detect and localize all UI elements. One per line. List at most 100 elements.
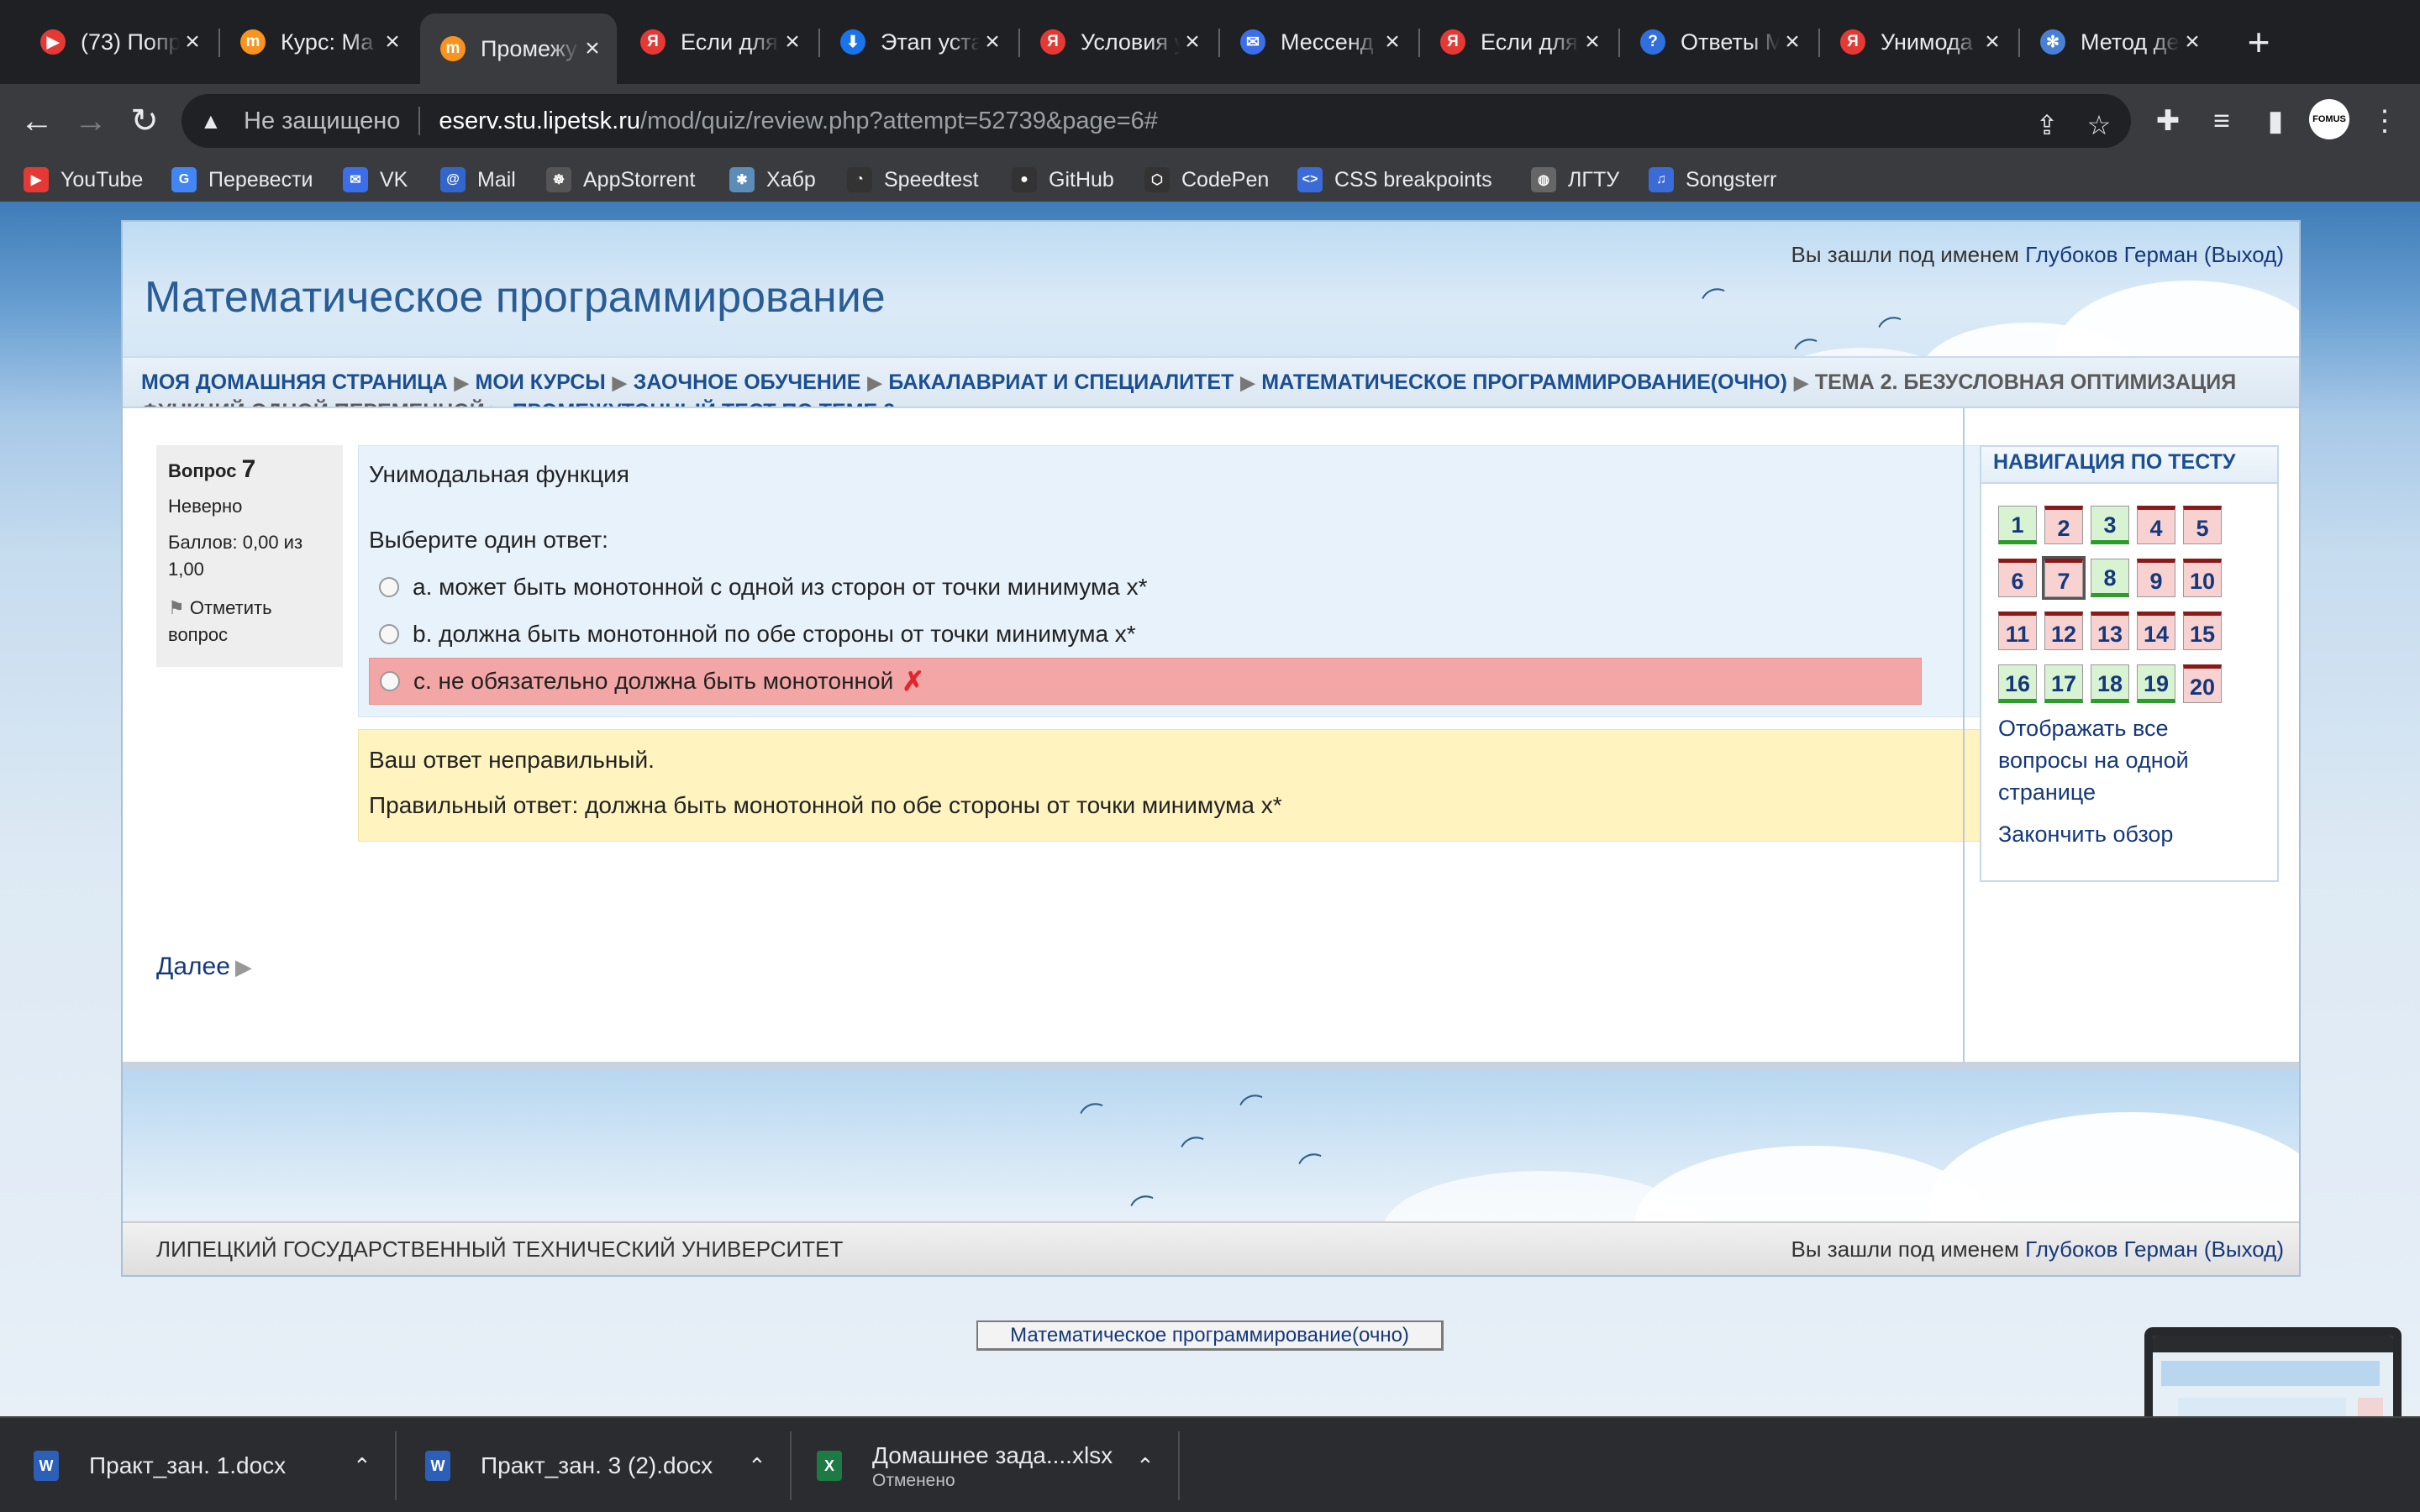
quiz-nav-button[interactable]: 18 bbox=[2091, 664, 2129, 703]
browser-tab[interactable]: ▶ (73) Попр × bbox=[20, 12, 217, 72]
close-tab-icon[interactable]: × bbox=[2180, 28, 2205, 56]
warning-icon[interactable]: ▲ bbox=[200, 108, 229, 134]
browser-tab[interactable]: Я Если для × bbox=[1420, 12, 1617, 72]
quiz-nav-button[interactable]: 20 bbox=[2183, 664, 2222, 703]
menu-kebab-icon[interactable]: ⋮ bbox=[2365, 101, 2405, 141]
answer-option[interactable]: c. не обязательно должна быть монотонной… bbox=[369, 658, 1922, 705]
breadcrumb-item[interactable]: МОИ КУРСЫ bbox=[476, 370, 606, 394]
quiz-nav-button[interactable]: 5 bbox=[2183, 506, 2222, 544]
show-all-questions-link[interactable]: Отображать все вопросы на одной странице bbox=[1998, 712, 2250, 808]
answer-radio[interactable] bbox=[379, 577, 399, 597]
side-panel-icon[interactable]: ▮ bbox=[2255, 101, 2296, 141]
bookmark-item[interactable]: @ Mail bbox=[440, 158, 516, 202]
site-title[interactable]: Математическое программирование bbox=[145, 272, 886, 323]
security-label[interactable]: Не защищено bbox=[244, 108, 400, 135]
bookmark-item[interactable]: ✱ Хабр bbox=[729, 158, 816, 202]
close-tab-icon[interactable]: × bbox=[1380, 28, 1405, 56]
close-tab-icon[interactable]: × bbox=[180, 28, 205, 56]
breadcrumb-item[interactable]: БАКАЛАВРИАТ И СПЕЦИАЛИТЕТ bbox=[888, 370, 1234, 394]
answer-option[interactable]: a. может быть монотонной с одной из стор… bbox=[369, 564, 1922, 611]
quiz-nav-button[interactable]: 19 bbox=[2137, 664, 2175, 703]
bookmark-item[interactable]: <> CSS breakpoints bbox=[1297, 158, 1492, 202]
bookmark-item[interactable]: ● GitHub bbox=[1012, 158, 1114, 202]
browser-tab[interactable]: ⬇ Этап уста × bbox=[820, 12, 1017, 72]
bookmark-item[interactable]: ◔ Speedtest bbox=[847, 158, 979, 202]
screenshot-thumbnail[interactable] bbox=[2144, 1327, 2402, 1416]
bookmark-item[interactable]: ⬡ CodePen bbox=[1144, 158, 1269, 202]
chevron-up-icon[interactable]: ⌃ bbox=[1136, 1453, 1155, 1479]
breadcrumb-item[interactable]: ПРОМЕЖУТОЧНЫЙ ТЕСТ ПО ТЕМЕ 2 bbox=[513, 400, 895, 407]
logout-link[interactable]: (Выход) bbox=[2204, 242, 2284, 267]
url-path[interactable]: /mod/quiz/review.php?attempt=52739&page=… bbox=[640, 108, 1158, 135]
quiz-nav-button[interactable]: 4 bbox=[2137, 506, 2175, 544]
quiz-nav-button[interactable]: 10 bbox=[2183, 559, 2222, 597]
profile-avatar[interactable]: FOMUS bbox=[2309, 99, 2349, 139]
quiz-nav-button[interactable]: 6 bbox=[1998, 559, 2037, 597]
browser-tab[interactable]: m Промежу × bbox=[420, 13, 617, 84]
close-tab-icon[interactable]: × bbox=[1780, 28, 1805, 56]
browser-tab[interactable]: ? Ответы М × bbox=[1620, 12, 1817, 72]
finish-review-link[interactable]: Закончить обзор bbox=[1998, 822, 2173, 848]
download-item[interactable]: X Домашнее зада....xlsx Отменено ⌃ bbox=[817, 1418, 1155, 1512]
quiz-nav-button[interactable]: 3 bbox=[2091, 506, 2129, 544]
quiz-nav-button[interactable]: 7 bbox=[2042, 556, 2086, 600]
bookmark-item[interactable]: ✉ VK bbox=[343, 158, 408, 202]
close-tab-icon[interactable]: × bbox=[1980, 28, 2005, 56]
browser-tab[interactable]: Я Если для × bbox=[620, 12, 817, 72]
breadcrumb-item[interactable]: МОЯ ДОМАШНЯЯ СТРАНИЦА bbox=[141, 370, 448, 394]
course-home-button[interactable]: Математическое программирование(очно) bbox=[976, 1320, 1444, 1351]
quiz-nav-button[interactable]: 8 bbox=[2091, 559, 2129, 597]
bookmark-item[interactable]: ▶ YouTube bbox=[24, 158, 143, 202]
bookmark-item[interactable]: ♫ Songsterr bbox=[1649, 158, 1776, 202]
close-tab-icon[interactable]: × bbox=[380, 28, 405, 56]
browser-tab[interactable]: Я Условия у × bbox=[1020, 12, 1217, 72]
reload-icon[interactable]: ↻ bbox=[124, 101, 165, 141]
quiz-nav-button[interactable]: 9 bbox=[2137, 559, 2175, 597]
forward-icon[interactable]: → bbox=[71, 101, 111, 141]
bookmark-item[interactable]: G Перевести bbox=[171, 158, 313, 202]
footer-user-link[interactable]: Глубоков Герман bbox=[2025, 1236, 2198, 1262]
footer-logout-link[interactable]: (Выход) bbox=[2204, 1236, 2284, 1262]
download-item[interactable]: W Практ_зан. 1.docx ⌃ bbox=[34, 1418, 371, 1512]
close-tab-icon[interactable]: × bbox=[780, 28, 805, 56]
quiz-nav-button[interactable]: 14 bbox=[2137, 612, 2175, 650]
quiz-nav-button[interactable]: 12 bbox=[2044, 612, 2083, 650]
breadcrumb-item[interactable]: ЗАОЧНОЕ ОБУЧЕНИЕ bbox=[634, 370, 861, 394]
quiz-nav-button[interactable]: 13 bbox=[2091, 612, 2129, 650]
quiz-nav-button[interactable]: 15 bbox=[2183, 612, 2222, 650]
user-profile-link[interactable]: Глубоков Герман bbox=[2025, 242, 2198, 267]
browser-tab[interactable]: ✉ Мессенд × bbox=[1220, 12, 1417, 72]
url-host[interactable]: eserv.stu.lipetsk.ru bbox=[439, 108, 640, 135]
browser-tab[interactable]: m Курс: Ма × bbox=[220, 12, 417, 72]
chevron-up-icon[interactable]: ⌃ bbox=[353, 1453, 371, 1479]
media-control-icon[interactable]: ≡ bbox=[2202, 101, 2242, 141]
breadcrumb-item[interactable]: МАТЕМАТИЧЕСКОЕ ПРОГРАММИРОВАНИЕ(ОЧНО) bbox=[1261, 370, 1787, 394]
new-tab-button[interactable]: + bbox=[2235, 20, 2282, 64]
browser-tab[interactable]: ✻ Метод де × bbox=[2020, 12, 2217, 72]
github-icon: ● bbox=[1012, 167, 1037, 192]
chevron-up-icon[interactable]: ⌃ bbox=[748, 1453, 766, 1479]
quiz-nav-button[interactable]: 17 bbox=[2044, 664, 2083, 703]
answer-radio[interactable] bbox=[379, 624, 399, 644]
next-page-link[interactable]: Далее ▶ bbox=[156, 953, 252, 981]
quiz-nav-button[interactable]: 11 bbox=[1998, 612, 2037, 650]
answer-radio[interactable] bbox=[380, 671, 400, 691]
flag-question-button[interactable]: ⚑ Отметить вопрос bbox=[168, 595, 331, 648]
address-bar[interactable]: ▲ Не защищено eserv.stu.lipetsk.ru/mod/q… bbox=[182, 94, 2131, 148]
back-icon[interactable]: ← bbox=[17, 101, 57, 141]
bookmark-item[interactable]: ☸ AppStorrent bbox=[546, 158, 695, 202]
close-tab-icon[interactable]: × bbox=[1580, 28, 1605, 56]
close-tab-icon[interactable]: × bbox=[980, 28, 1005, 56]
browser-tab[interactable]: Я Унимода × bbox=[1820, 12, 2017, 72]
bookmark-item[interactable]: ◍ ЛГТУ bbox=[1531, 158, 1619, 202]
quiz-nav-button[interactable]: 16 bbox=[1998, 664, 2037, 703]
close-tab-icon[interactable]: × bbox=[580, 34, 605, 63]
close-tab-icon[interactable]: × bbox=[1180, 28, 1205, 56]
answer-option[interactable]: b. должна быть монотонной по обе стороны… bbox=[369, 611, 1922, 658]
bookmark-star-icon[interactable]: ☆ bbox=[2082, 109, 2116, 141]
quiz-nav-button[interactable]: 1 bbox=[1998, 506, 2037, 544]
download-item[interactable]: W Практ_зан. 3 (2).docx ⌃ bbox=[425, 1418, 766, 1512]
share-icon[interactable]: ⇪ bbox=[2030, 109, 2064, 141]
quiz-nav-button[interactable]: 2 bbox=[2044, 506, 2083, 544]
extensions-icon[interactable]: ✚ bbox=[2148, 101, 2188, 141]
